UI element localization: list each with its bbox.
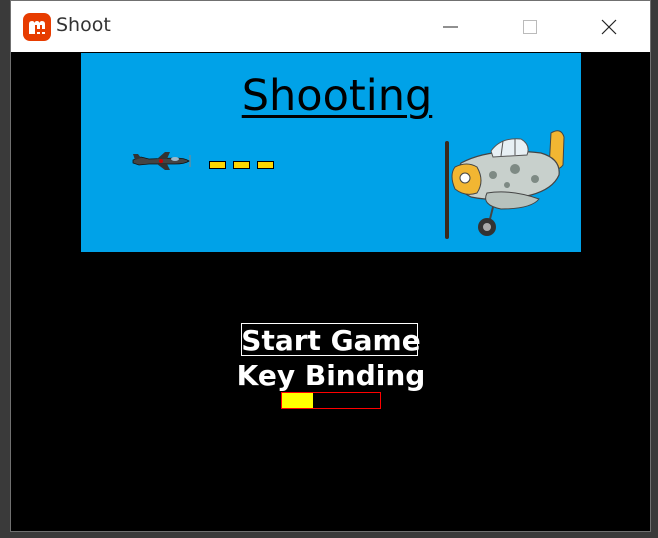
title-bar[interactable]: Shoot: [11, 1, 650, 52]
title-banner: Shooting: [81, 53, 581, 252]
game-window: Shoot Shooting Start Game Key Binding: [10, 0, 651, 532]
start-game-button[interactable]: Start Game: [11, 324, 650, 358]
maximize-icon: [523, 20, 537, 34]
big-plane-sprite: [445, 130, 565, 239]
bullet: [209, 161, 226, 169]
key-binding-button[interactable]: Key Binding: [11, 359, 650, 393]
game-title: Shooting: [241, 71, 433, 121]
small-plane-sprite: [132, 152, 191, 170]
minimize-button[interactable]: [414, 1, 484, 52]
window-title: Shoot: [56, 14, 111, 36]
maximize-button[interactable]: [494, 1, 564, 52]
close-icon: [601, 19, 617, 35]
close-button[interactable]: [574, 1, 644, 52]
progress-bar-fill: [282, 393, 314, 408]
monogame-logo-icon: [23, 13, 51, 41]
progress-bar: [281, 392, 381, 409]
minimize-icon: [443, 26, 458, 28]
bullet: [257, 161, 274, 169]
bullet: [233, 161, 250, 169]
